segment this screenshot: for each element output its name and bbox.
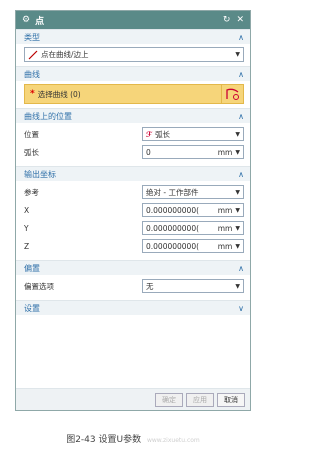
- dialog-title: 点: [35, 16, 45, 27]
- y-unit: mm: [217, 223, 233, 233]
- z-input[interactable]: 0.000000000( mm ▼: [142, 239, 244, 253]
- curve-select-icon: [225, 88, 239, 100]
- curve-section-header[interactable]: 曲线 ∧: [16, 66, 250, 81]
- position-label: 位置: [24, 129, 39, 139]
- watermark: www.zixuetu.com: [146, 437, 200, 444]
- chevron-up-icon[interactable]: ∧: [238, 70, 244, 79]
- reset-icon[interactable]: ↻: [223, 15, 231, 25]
- x-unit: mm: [217, 205, 233, 215]
- position-value: 弧长: [155, 129, 171, 139]
- position-row: 位置 ℱ 弧长 ▼: [24, 126, 244, 142]
- type-dropdown[interactable]: 点在曲线/边上 ▼: [24, 47, 244, 62]
- chevron-up-icon[interactable]: ∧: [238, 33, 244, 42]
- settings-section-header[interactable]: 设置 ∨: [16, 300, 250, 315]
- dropdown-arrow-icon[interactable]: ▼: [235, 149, 240, 156]
- arc-length-icon: ℱ: [146, 129, 153, 139]
- type-section-header[interactable]: 类型 ∧: [16, 29, 250, 44]
- dropdown-arrow-icon: ▼: [235, 130, 240, 138]
- y-label: Y: [24, 223, 29, 233]
- type-section-body: 点在曲线/边上 ▼: [16, 44, 250, 66]
- y-input[interactable]: 0.000000000( mm ▼: [142, 221, 244, 235]
- offset-option-label: 偏置选项: [24, 281, 54, 291]
- arc-length-row: 弧长 0 mm ▼: [24, 144, 244, 160]
- chevron-up-icon[interactable]: ∧: [238, 112, 244, 121]
- x-row: X 0.000000000( mm ▼: [24, 202, 244, 218]
- caption-text: 图2-43 设置U参数: [66, 435, 142, 445]
- ok-button[interactable]: 确定: [155, 392, 183, 407]
- dropdown-arrow-icon[interactable]: ▼: [235, 207, 240, 214]
- reference-row: 参考 绝对 - 工作部件 ▼: [24, 184, 244, 200]
- dropdown-arrow-icon: ▼: [235, 282, 240, 290]
- arc-length-unit: mm: [217, 147, 233, 157]
- x-input[interactable]: 0.000000000( mm ▼: [142, 203, 244, 217]
- z-unit: mm: [217, 241, 233, 251]
- type-section-title: 类型: [24, 32, 40, 42]
- offset-option-row: 偏置选项 无 ▼: [24, 278, 244, 294]
- x-label: X: [24, 205, 30, 215]
- y-value: 0.000000000(: [146, 223, 200, 233]
- arc-length-label: 弧长: [24, 147, 39, 157]
- output-section-header[interactable]: 输出坐标 ∧: [16, 166, 250, 181]
- position-dropdown[interactable]: ℱ 弧长 ▼: [142, 127, 244, 141]
- dropdown-arrow-icon: ▼: [235, 188, 240, 196]
- settings-section-title: 设置: [24, 303, 40, 313]
- reference-value: 绝对 - 工作部件: [146, 187, 199, 197]
- z-row: Z 0.000000000( mm ▼: [24, 238, 244, 254]
- arc-length-value: 0: [146, 147, 151, 157]
- chevron-up-icon[interactable]: ∧: [238, 170, 244, 179]
- curve-section-body: * 选择曲线 (0): [16, 81, 250, 108]
- point-dialog: ⚙ 点 ↻ ✕ 类型 ∧ 点在曲线/边上 ▼ 曲线 ∧ * 选择曲线 (0) 曲…: [15, 10, 251, 411]
- y-row: Y 0.000000000( mm ▼: [24, 220, 244, 236]
- reference-dropdown[interactable]: 绝对 - 工作部件 ▼: [142, 185, 244, 199]
- dialog-footer: 确定 应用 取消: [16, 388, 250, 410]
- position-section-title: 曲线上的位置: [24, 111, 72, 121]
- z-label: Z: [24, 241, 30, 251]
- select-curve-label: 选择曲线 (0): [37, 89, 81, 99]
- x-value: 0.000000000(: [146, 205, 200, 215]
- gear-icon[interactable]: ⚙: [22, 15, 30, 25]
- dropdown-arrow-icon[interactable]: ▼: [235, 243, 240, 250]
- chevron-down-icon[interactable]: ∨: [238, 304, 244, 313]
- offset-option-value: 无: [146, 281, 154, 291]
- close-icon[interactable]: ✕: [236, 15, 244, 25]
- output-section-title: 输出坐标: [24, 169, 56, 179]
- position-section-body: 位置 ℱ 弧长 ▼ 弧长 0 mm ▼: [16, 123, 250, 166]
- curve-section-title: 曲线: [24, 69, 40, 79]
- reference-label: 参考: [24, 187, 39, 197]
- dropdown-arrow-icon: ▼: [235, 51, 240, 58]
- z-value: 0.000000000(: [146, 241, 200, 251]
- dialog-titlebar: ⚙ 点 ↻ ✕: [16, 11, 250, 29]
- offset-section-body: 偏置选项 无 ▼: [16, 275, 250, 300]
- type-dropdown-value: 点在曲线/边上: [41, 50, 89, 59]
- apply-button[interactable]: 应用: [186, 392, 214, 407]
- select-curve-field[interactable]: * 选择曲线 (0): [24, 84, 244, 104]
- dropdown-arrow-icon[interactable]: ▼: [235, 225, 240, 232]
- arc-length-input[interactable]: 0 mm ▼: [142, 145, 244, 159]
- cancel-button[interactable]: 取消: [217, 392, 245, 407]
- offset-option-dropdown[interactable]: 无 ▼: [142, 279, 244, 293]
- offset-section-title: 偏置: [24, 263, 40, 273]
- figure-caption: 图2-43 设置U参数 www.zixuetu.com: [0, 432, 266, 445]
- position-section-header[interactable]: 曲线上的位置 ∧: [16, 108, 250, 123]
- output-section-body: 参考 绝对 - 工作部件 ▼ X 0.000000000( mm ▼ Y 0.0…: [16, 181, 250, 260]
- point-on-curve-icon: [28, 50, 38, 59]
- offset-section-header[interactable]: 偏置 ∧: [16, 260, 250, 275]
- required-star-icon: *: [30, 89, 35, 99]
- chevron-up-icon[interactable]: ∧: [238, 264, 244, 273]
- select-curve-button[interactable]: [221, 84, 243, 104]
